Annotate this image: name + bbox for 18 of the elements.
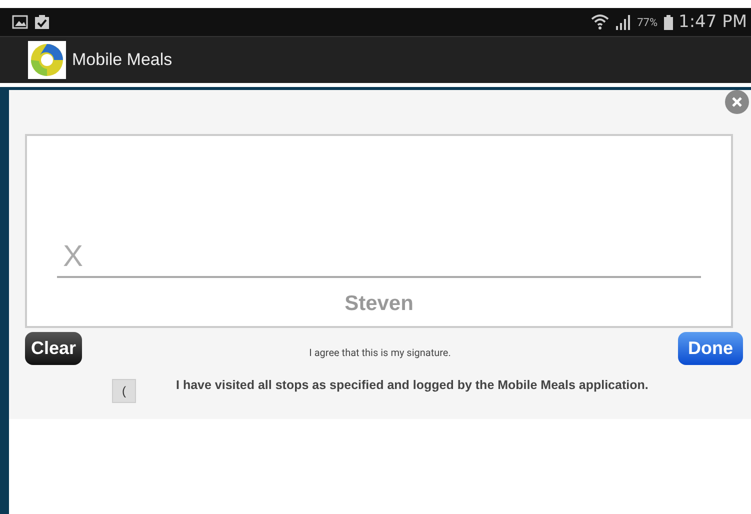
- clipboard-check-icon: [34, 14, 50, 30]
- small-button[interactable]: (: [112, 379, 136, 403]
- signer-name: Steven: [344, 292, 414, 316]
- app-title: Mobile Meals: [72, 50, 172, 70]
- clock: 1:47 PM: [678, 12, 747, 32]
- clear-button[interactable]: Clear: [25, 332, 82, 365]
- wifi-icon: [591, 14, 610, 30]
- battery-percentage: 77%: [637, 16, 658, 28]
- agreement-text: I agree that this is my signature.: [309, 348, 451, 359]
- battery-icon: [664, 14, 672, 30]
- signature-x-mark: X: [63, 240, 84, 273]
- image-icon: [12, 15, 28, 29]
- done-button[interactable]: Done: [678, 332, 743, 365]
- close-button[interactable]: [725, 90, 749, 114]
- signal-icon: [615, 14, 632, 30]
- confirmation-text: I have visited all stops as specified and logged by the Mobile Meals application.: [176, 378, 648, 392]
- close-icon: [731, 96, 743, 108]
- app-logo-icon: [28, 41, 66, 79]
